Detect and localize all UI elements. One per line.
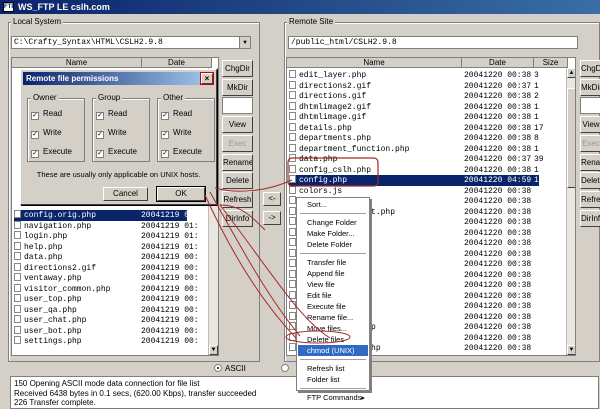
config-files-highlight-loop — [287, 157, 379, 187]
annotation-arrow-stroke — [214, 179, 293, 192]
annotation-arrow-stroke — [209, 191, 301, 337]
annotation-overlay — [204, 157, 379, 344]
annotation-arrow-stroke — [218, 204, 331, 339]
